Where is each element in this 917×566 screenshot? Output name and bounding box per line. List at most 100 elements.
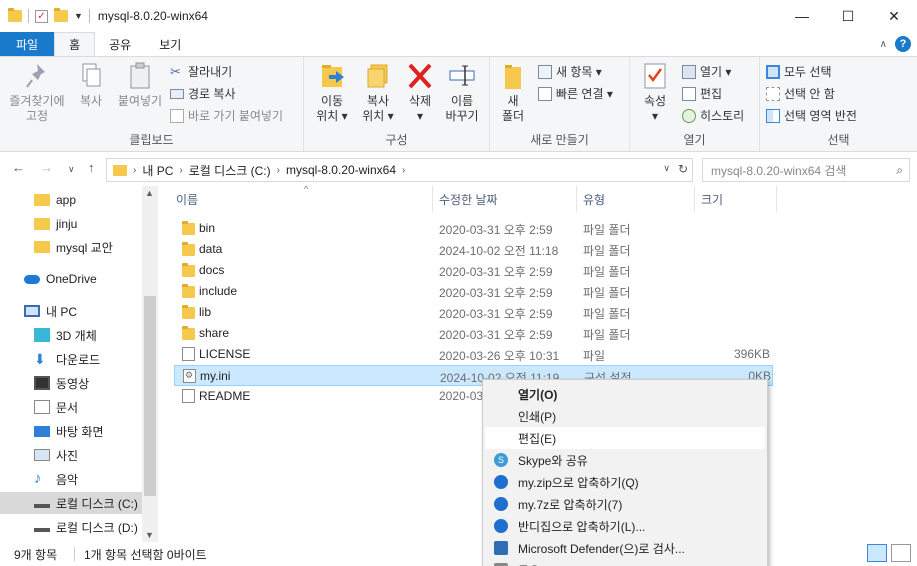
help-icon[interactable]: ? xyxy=(895,36,911,52)
details-view-icon[interactable] xyxy=(867,544,887,562)
move-to-button[interactable]: 이동 위치 ▾ xyxy=(310,61,354,124)
recent-chevron-down-icon[interactable]: ∨ xyxy=(68,164,75,175)
menu-item-bandizip[interactable]: 반디집으로 압축하기(L)... xyxy=(485,515,765,537)
menu-item-open[interactable]: 열기(O) xyxy=(485,383,765,405)
tab-share[interactable]: 공유 xyxy=(95,32,145,56)
rename-button[interactable]: 이름 바꾸기 xyxy=(440,61,484,124)
table-row[interactable]: data 2024-10-02 오전 11:18 파일 폴더 xyxy=(174,239,773,260)
select-all-button[interactable]: 모두 선택 xyxy=(766,63,832,80)
organize-group: 이동 위치 ▾ 복사 위치 ▾ 삭제 ▾ 이름 바꾸기 구성 xyxy=(304,57,490,151)
new-folder-button[interactable]: 새 폴더 xyxy=(496,61,530,124)
maximize-button[interactable]: ☐ xyxy=(825,0,871,32)
file-type: 파일 폴더 xyxy=(583,307,631,321)
copy-path-button[interactable]: 경로 복사 xyxy=(170,85,236,102)
nav-item-documents[interactable]: 문서 xyxy=(0,396,142,418)
menu-item-7z[interactable]: my.7z로 압축하기(7) xyxy=(485,493,765,515)
window-controls: — ☐ ✕ xyxy=(779,0,917,32)
invert-selection-button[interactable]: 선택 영역 반전 xyxy=(766,107,857,124)
table-row[interactable]: bin 2020-03-31 오후 2:59 파일 폴더 xyxy=(174,218,773,239)
new-item-button[interactable]: 새 항목 ▾ xyxy=(538,63,602,80)
collapse-ribbon-icon[interactable]: ∧ xyxy=(880,39,887,50)
nav-item-desktop[interactable]: 바탕 화면 xyxy=(0,420,142,442)
nav-item-pictures[interactable]: 사진 xyxy=(0,444,142,466)
paste-shortcut-button[interactable]: 바로 가기 붙여넣기 xyxy=(170,107,283,124)
breadcrumb-current-folder[interactable]: mysql-8.0.20-winx64 xyxy=(280,163,402,177)
nav-scrollbar[interactable]: ▲ ▼ xyxy=(142,186,158,542)
nav-item-this-pc[interactable]: 내 PC xyxy=(0,300,142,322)
nav-item-app[interactable]: app xyxy=(0,189,142,211)
select-group-label: 선택 xyxy=(827,133,850,147)
column-header-size[interactable]: 크기 xyxy=(695,186,777,212)
cut-label: 잘라내기 xyxy=(188,65,233,79)
history-button[interactable]: 히스토리 xyxy=(682,107,744,124)
scroll-down-icon[interactable]: ▼ xyxy=(145,530,154,540)
nav-item-label: 문서 xyxy=(56,400,79,415)
open-button[interactable]: 열기 ▾ xyxy=(682,63,731,80)
nav-item-videos[interactable]: 동영상 xyxy=(0,372,142,394)
menu-item-zip[interactable]: my.zip으로 압축하기(Q) xyxy=(485,471,765,493)
nav-item-onedrive[interactable]: OneDrive xyxy=(0,268,142,290)
forward-arrow-icon[interactable]: → xyxy=(40,160,53,175)
ribbon-tabs: 파일 홈 공유 보기 xyxy=(0,32,917,57)
paste-button[interactable]: 붙여넣기 xyxy=(114,61,166,109)
ribbon: 즐겨찾기에 고정 복사 붙여넣기 ✂ 잘라내기 경로 복사 바로 가기 붙여넣기 xyxy=(0,56,917,152)
close-button[interactable]: ✕ xyxy=(871,0,917,32)
minimize-button[interactable]: — xyxy=(779,0,825,32)
new-folder-quick-icon[interactable] xyxy=(54,8,68,22)
up-arrow-icon[interactable]: ↑ xyxy=(88,160,95,175)
column-header-date[interactable]: 수정한 날짜 xyxy=(433,186,577,212)
edit-button[interactable]: 편집 xyxy=(682,85,722,102)
easy-access-button[interactable]: 빠른 연결 ▾ xyxy=(538,85,613,102)
tab-file[interactable]: 파일 xyxy=(0,32,55,56)
breadcrumb-local-disk-c[interactable]: 로컬 디스크 (C:) xyxy=(183,162,277,179)
pin-quick-access-button[interactable]: 즐겨찾기에 고정 xyxy=(6,61,68,124)
document-icon xyxy=(34,400,50,414)
properties-quick-icon[interactable]: ✓ xyxy=(35,9,48,23)
file-name: README xyxy=(199,389,251,403)
table-row[interactable]: docs 2020-03-31 오후 2:59 파일 폴더 xyxy=(174,260,773,281)
nav-item-local-disk-c[interactable]: 로컬 디스크 (C:) xyxy=(0,492,142,514)
nav-item-mysql-guide[interactable]: mysql 교안 xyxy=(0,236,142,258)
ribbon-right-controls: ∧ ? xyxy=(880,36,911,52)
copy-button[interactable]: 복사 xyxy=(72,61,110,109)
menu-item-skype-share[interactable]: S Skype와 공유 xyxy=(485,449,765,471)
address-history-chevron-icon[interactable]: ∨ xyxy=(663,163,670,174)
nav-item-downloads[interactable]: ⬇ 다운로드 xyxy=(0,348,142,370)
scroll-up-icon[interactable]: ▲ xyxy=(145,188,154,198)
column-header-type[interactable]: 유형 xyxy=(577,186,695,212)
column-header-name[interactable]: 이름 ^ xyxy=(170,184,433,212)
scroll-thumb[interactable] xyxy=(144,296,156,496)
back-arrow-icon[interactable]: ← xyxy=(12,160,25,175)
table-row[interactable]: LICENSE 2020-03-26 오후 10:31 파일 396KB xyxy=(174,344,773,365)
table-row[interactable]: include 2020-03-31 오후 2:59 파일 폴더 xyxy=(174,281,773,302)
address-bar[interactable]: › 내 PC › 로컬 디스크 (C:) › mysql-8.0.20-winx… xyxy=(106,158,693,182)
tab-home[interactable]: 홈 xyxy=(54,32,96,57)
select-none-button[interactable]: 선택 안 함 xyxy=(766,85,835,102)
cut-button[interactable]: ✂ 잘라내기 xyxy=(170,63,232,80)
nav-item-3d-objects[interactable]: 3D 개체 xyxy=(0,324,142,346)
new-group-label: 새로 만들기 xyxy=(530,133,589,147)
delete-button[interactable]: 삭제 ▾ xyxy=(402,61,438,124)
tab-view[interactable]: 보기 xyxy=(145,32,195,56)
nav-item-local-disk-d[interactable]: 로컬 디스크 (D:) xyxy=(0,516,142,538)
table-row[interactable]: share 2020-03-31 오후 2:59 파일 폴더 xyxy=(174,323,773,344)
menu-item-label: 편집(E) xyxy=(518,431,557,446)
file-date: 2020-03 xyxy=(439,389,484,403)
breadcrumb-this-pc[interactable]: 내 PC xyxy=(136,162,179,179)
table-row[interactable]: lib 2020-03-31 오후 2:59 파일 폴더 xyxy=(174,302,773,323)
folder-icon xyxy=(113,164,127,176)
file-name: share xyxy=(199,326,230,340)
nav-item-music[interactable]: ♪ 음악 xyxy=(0,468,142,490)
file-type: 파일 폴더 xyxy=(583,328,631,342)
copy-to-button[interactable]: 복사 위치 ▾ xyxy=(356,61,400,124)
menu-item-edit[interactable]: 편집(E) xyxy=(485,427,765,449)
menu-item-print[interactable]: 인쇄(P) xyxy=(485,405,765,427)
move-to-icon xyxy=(318,61,346,91)
large-icons-view-icon[interactable] xyxy=(891,544,911,562)
customize-toolbar-chevron-icon[interactable]: ▼ xyxy=(74,11,83,21)
nav-item-jinju[interactable]: jinju xyxy=(0,213,142,235)
properties-button[interactable]: 속성 ▾ xyxy=(636,61,674,124)
refresh-icon[interactable]: ↻ xyxy=(678,162,688,176)
search-input[interactable]: mysql-8.0.20-winx64 검색 ⌕ xyxy=(702,158,910,182)
breadcrumb-separator[interactable]: › xyxy=(402,165,405,176)
